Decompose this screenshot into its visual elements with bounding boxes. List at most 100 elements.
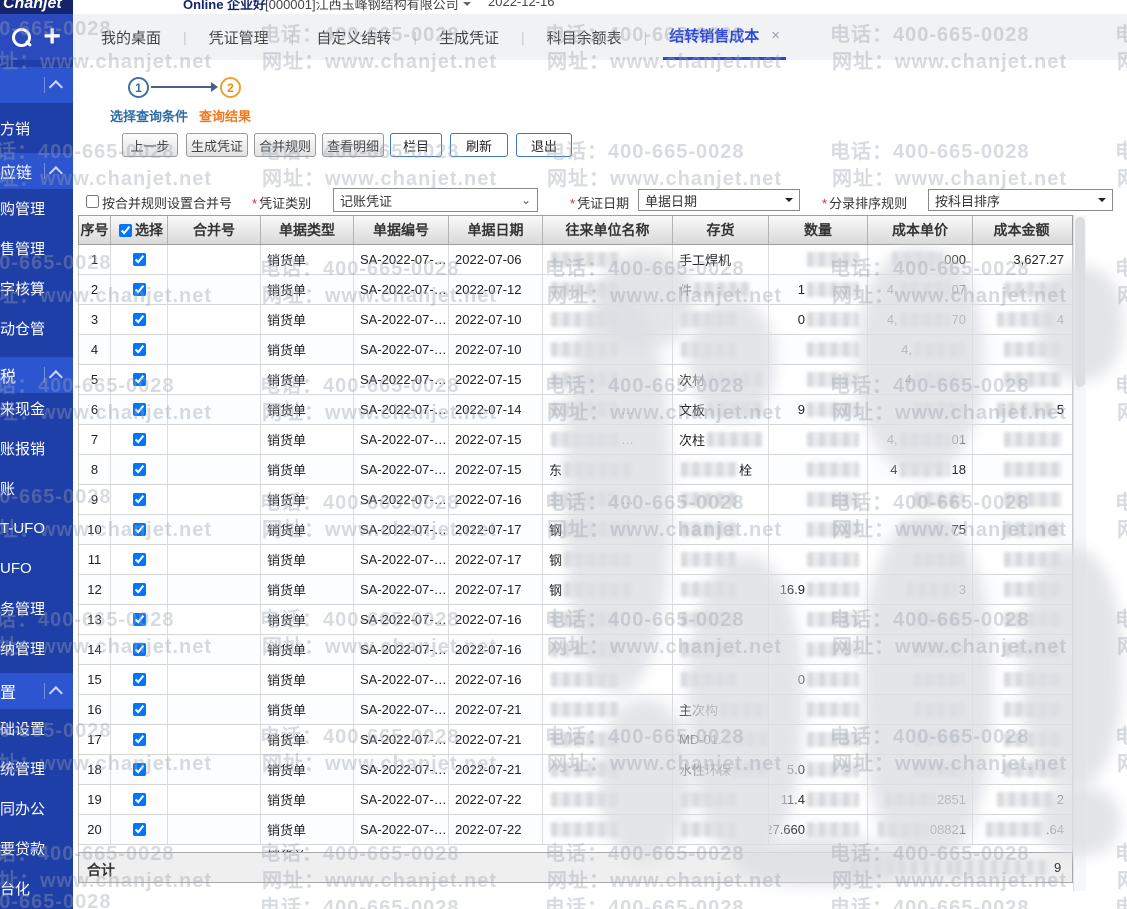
tab-5[interactable]: 科目余额表 — [541, 14, 628, 60]
row-select-checkbox[interactable] — [133, 343, 146, 356]
row-select-checkbox[interactable] — [133, 643, 146, 656]
table-row[interactable]: 12销货单SA-2022-07-…2022-07-17钢16.93 — [79, 575, 1072, 605]
sidebar-section-置[interactable]: 置 — [0, 673, 73, 709]
row-select-checkbox[interactable] — [133, 823, 146, 836]
cell-select[interactable] — [111, 785, 168, 814]
table-row[interactable]: 15销货单SA-2022-07-…2022-07-160 — [79, 665, 1072, 695]
table-row[interactable]: 1销货单SA-2022-07-…2022-07-06手工焊机0003,627.2… — [79, 245, 1072, 275]
row-select-checkbox[interactable] — [133, 253, 146, 266]
toolbar-button-6[interactable]: 刷新 — [450, 133, 508, 157]
column-header-select[interactable]: 选择 — [111, 216, 168, 244]
cell-select[interactable] — [111, 635, 168, 664]
sidebar-item-来现金[interactable]: 来现金 — [0, 397, 73, 419]
table-row[interactable]: 5销货单SA-2022-07-…2022-07-15次材4 — [79, 365, 1072, 395]
tab-3[interactable]: 自定义结转 — [310, 14, 397, 60]
cell-select[interactable] — [111, 695, 168, 724]
table-row[interactable]: 2销货单SA-2022-07-…2022-07-12件14,07 — [79, 275, 1072, 305]
sidebar-item-字核算[interactable]: 字核算 — [0, 277, 73, 299]
toolbar-button-7[interactable]: 退出 — [516, 133, 572, 157]
sidebar-item-统管理[interactable]: 统管理 — [0, 757, 73, 779]
scrollbar-thumb[interactable] — [1075, 217, 1085, 387]
cell-select[interactable] — [111, 365, 168, 394]
toolbar-button-2[interactable]: 生成凭证 — [186, 133, 248, 157]
voucher-type-select[interactable]: 记账凭证 ⌄ — [333, 188, 538, 212]
row-select-checkbox[interactable] — [133, 583, 146, 596]
row-select-checkbox[interactable] — [133, 673, 146, 686]
close-icon[interactable]: × — [771, 27, 780, 44]
toolbar-button-4[interactable]: 查看明细 — [322, 133, 384, 157]
cell-select[interactable] — [111, 725, 168, 754]
sidebar-item-UFO[interactable]: UFO — [0, 557, 73, 579]
cell-select[interactable] — [111, 545, 168, 574]
cell-select[interactable] — [111, 575, 168, 604]
toolbar-button-1[interactable]: 上一步 — [122, 133, 178, 157]
sidebar-item-要贷款[interactable]: 要贷款 — [0, 837, 73, 859]
sidebar-item-方销[interactable]: 方销 — [0, 117, 73, 139]
tab-4[interactable]: 生成凭证 — [433, 14, 505, 60]
row-select-checkbox[interactable] — [133, 493, 146, 506]
sidebar-section-应链[interactable]: 应链 — [0, 153, 73, 189]
cell-select[interactable] — [111, 515, 168, 544]
toolbar-button-3[interactable]: 合并规则 — [254, 133, 316, 157]
sidebar-item-动仓管[interactable]: 动仓管 — [0, 317, 73, 339]
cell-select[interactable] — [111, 395, 168, 424]
toolbar-button-5[interactable]: 栏目 — [390, 133, 442, 157]
tab-1[interactable]: 我的桌面 — [95, 14, 167, 60]
row-select-checkbox[interactable] — [133, 523, 146, 536]
row-select-checkbox[interactable] — [133, 763, 146, 776]
voucher-date-select[interactable]: 单据日期 — [638, 189, 800, 211]
cell-select[interactable] — [111, 335, 168, 364]
table-row[interactable]: 20销货单SA-2022-07-…2022-07-2227.66008821.6… — [79, 815, 1072, 845]
cell-select[interactable] — [111, 425, 168, 454]
sidebar-item-购管理[interactable]: 购管理 — [0, 197, 73, 219]
row-select-checkbox[interactable] — [133, 313, 146, 326]
sidebar-item-台化[interactable]: 台化 — [0, 877, 73, 899]
sidebar-item-售管理[interactable]: 售管理 — [0, 237, 73, 259]
cell-select[interactable] — [111, 245, 168, 274]
table-row[interactable]: 7销货单SA-2022-07-…2022-07-15…次柱4,01 — [79, 425, 1072, 455]
table-row[interactable]: 17销货单SA-2022-07-…2022-07-21MD-01. — [79, 725, 1072, 755]
table-row[interactable]: 10销货单SA-2022-07-…2022-07-17钢75 — [79, 515, 1072, 545]
cell-select[interactable] — [111, 275, 168, 304]
table-row[interactable]: 8销货单SA-2022-07-…2022-07-15东栓418 — [79, 455, 1072, 485]
row-select-checkbox[interactable] — [133, 733, 146, 746]
row-select-checkbox[interactable] — [133, 703, 146, 716]
row-select-checkbox[interactable] — [133, 553, 146, 566]
cell-select[interactable] — [111, 605, 168, 634]
sidebar-item-账报销[interactable]: 账报销 — [0, 437, 73, 459]
table-row[interactable]: 18销货单SA-2022-07-…2022-07-21水性环保5.0 — [79, 755, 1072, 785]
cell-select[interactable] — [111, 665, 168, 694]
select-all-checkbox[interactable] — [119, 224, 132, 237]
table-row[interactable]: 9销货单SA-2022-07-…2022-07-16… — [79, 485, 1072, 515]
row-select-checkbox[interactable] — [133, 373, 146, 386]
sidebar-item-同办公[interactable]: 同办公 — [0, 797, 73, 819]
tab-6[interactable]: 结转销售成本× — [663, 14, 786, 60]
cell-select[interactable] — [111, 755, 168, 784]
row-select-checkbox[interactable] — [133, 613, 146, 626]
plus-icon[interactable]: + — [43, 24, 61, 50]
sidebar-section-税[interactable]: 税 — [0, 357, 73, 393]
table-row[interactable]: 13销货单SA-2022-07-…2022-07-16 — [79, 605, 1072, 635]
table-row[interactable]: 4销货单SA-2022-07-…2022-07-104, — [79, 335, 1072, 365]
merge-rule-checkbox[interactable] — [86, 195, 99, 208]
sidebar-item-账[interactable]: 账 — [0, 477, 73, 499]
cell-select[interactable] — [111, 815, 168, 844]
row-select-checkbox[interactable] — [133, 433, 146, 446]
sidebar-item-纳管理[interactable]: 纳管理 — [0, 637, 73, 659]
sidebar-section-top[interactable] — [0, 67, 73, 103]
table-row[interactable]: 16销货单SA-2022-07-…2022-07-21主次构 — [79, 695, 1072, 725]
row-select-checkbox[interactable] — [133, 403, 146, 416]
sidebar-item-T-UFO[interactable]: T-UFO — [0, 517, 73, 539]
tab-2[interactable]: 凭证管理 — [203, 14, 275, 60]
table-row[interactable]: 14销货单SA-2022-07-…2022-07-16 — [79, 635, 1072, 665]
table-row[interactable]: 19销货单SA-2022-07-…2022-07-2211.428512 — [79, 785, 1072, 815]
cell-select[interactable] — [111, 485, 168, 514]
table-row[interactable]: 6销货单SA-2022-07-…2022-07-14…文板95 — [79, 395, 1072, 425]
vertical-scrollbar[interactable] — [1073, 215, 1086, 891]
search-icon[interactable] — [12, 28, 31, 47]
sidebar-item-务管理[interactable]: 务管理 — [0, 597, 73, 619]
row-select-checkbox[interactable] — [133, 463, 146, 476]
row-select-checkbox[interactable] — [133, 793, 146, 806]
company-selector[interactable]: [000001]江西玉峰钢结构有限公司 — [265, 0, 471, 13]
sidebar-item-础设置[interactable]: 础设置 — [0, 717, 73, 739]
